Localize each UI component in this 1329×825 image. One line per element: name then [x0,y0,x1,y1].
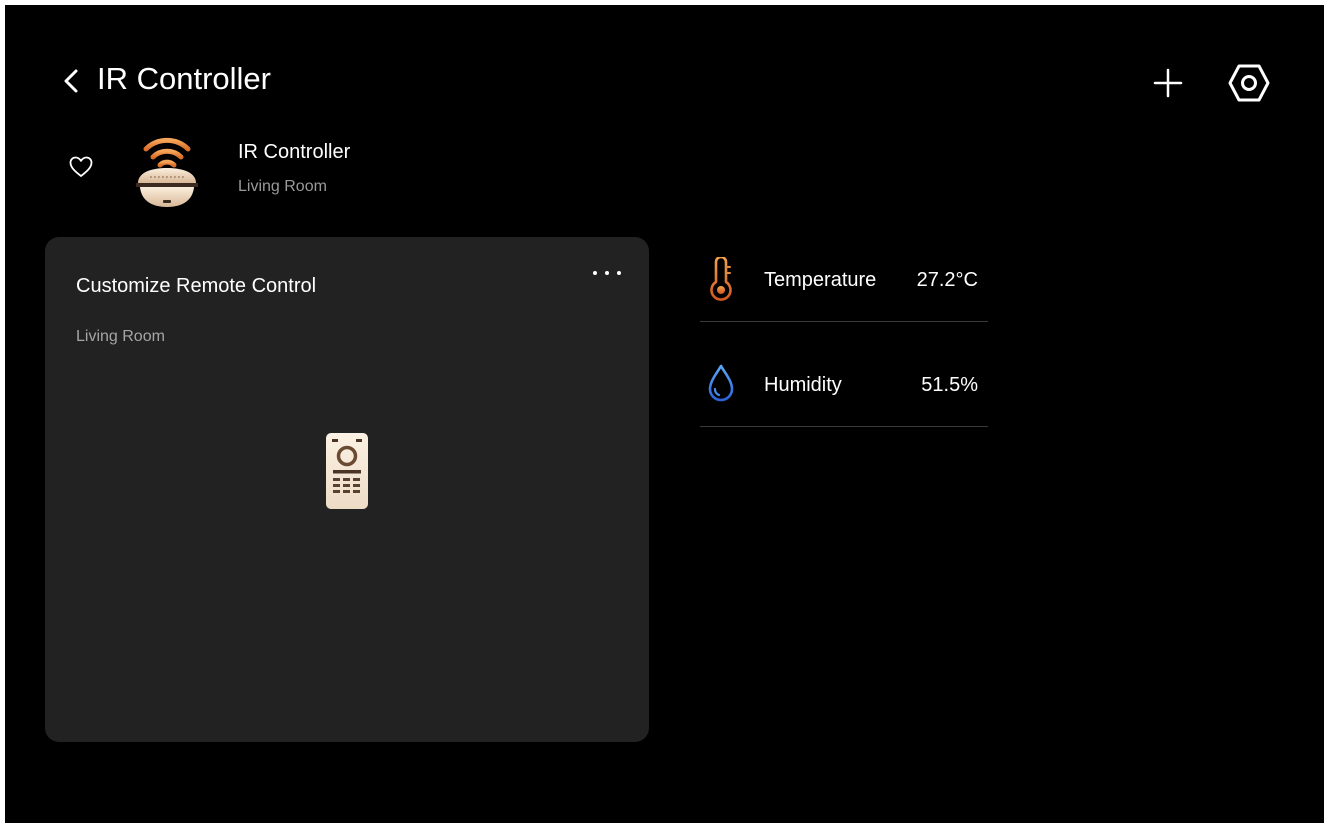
water-drop-icon [706,362,736,406]
sensor-row-temperature: Temperature 27.2°C [700,217,988,322]
more-horizontal-icon [593,271,621,275]
heart-icon [69,156,93,177]
plus-icon [1153,68,1183,98]
page-title: IR Controller [97,61,271,96]
card-title: Customize Remote Control [76,275,317,297]
sensor-value: 51.5% [921,374,978,396]
remote-control-card[interactable]: Customize Remote Control Living Room [45,237,649,742]
app-screen: IR Controller IR Controller Living Room … [5,5,1324,823]
device-name: IR Controller [238,141,351,163]
add-button[interactable] [1148,63,1188,103]
sensor-label: Humidity [764,374,842,396]
chevron-left-icon [64,69,78,93]
remote-control-icon [324,427,370,509]
card-room: Living Room [76,328,165,345]
more-options-button[interactable] [585,263,629,283]
sensor-row-humidity: Humidity 51.5% [700,322,988,427]
thermometer-icon [706,255,736,301]
favorite-button[interactable] [65,151,97,183]
back-button[interactable] [53,63,89,99]
device-room: Living Room [238,178,327,195]
sensor-value: 27.2°C [916,269,978,291]
settings-button[interactable] [1227,61,1271,105]
hexagon-settings-icon [1228,64,1270,102]
ir-blaster-icon [132,127,202,209]
sensor-label: Temperature [764,269,877,291]
